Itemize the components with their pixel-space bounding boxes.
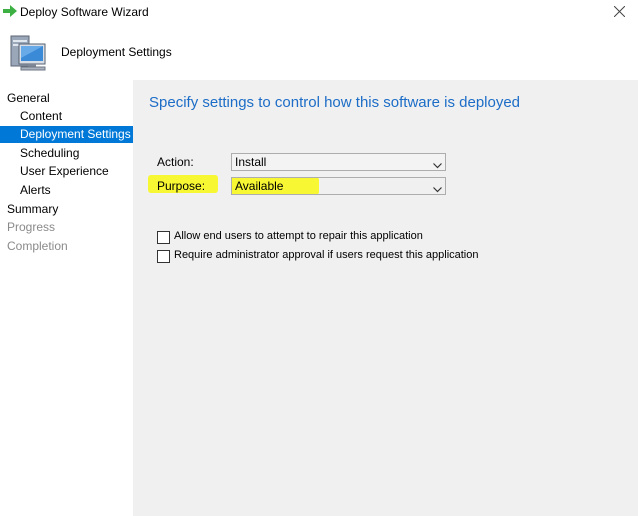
header-title: Deployment Settings xyxy=(61,45,172,59)
nav-item-label: User Experience xyxy=(20,164,109,178)
repair-checkbox-label: Allow end users to attempt to repair thi… xyxy=(174,230,423,242)
nav-item-label: Completion xyxy=(7,239,68,253)
chevron-down-icon xyxy=(433,158,442,172)
nav-item-label: Progress xyxy=(7,220,56,234)
nav-item-label: Content xyxy=(20,109,63,123)
action-label: Action: xyxy=(157,155,194,169)
wizard-header: Deployment Settings xyxy=(0,24,638,80)
purpose-select-value: Available xyxy=(235,179,284,193)
nav-item-label: General xyxy=(7,91,50,105)
green-arrow-icon xyxy=(3,5,17,17)
nav-item-label: Alerts xyxy=(20,183,51,197)
nav-item-label: Deployment Settings xyxy=(20,127,131,141)
title-bar: Deploy Software Wizard xyxy=(0,0,638,24)
computer-icon xyxy=(5,32,47,74)
wizard-nav: General Content Deployment Settings Sche… xyxy=(0,80,133,516)
nav-item-general[interactable]: General xyxy=(0,90,133,107)
close-button[interactable] xyxy=(602,0,638,24)
approval-checkbox[interactable] xyxy=(157,250,170,263)
purpose-label: Purpose: xyxy=(157,179,206,193)
nav-item-deployment-settings[interactable]: Deployment Settings xyxy=(0,126,133,143)
nav-item-label: Scheduling xyxy=(20,146,80,160)
close-icon xyxy=(614,6,625,17)
page-heading: Specify settings to control how this sof… xyxy=(149,94,521,111)
nav-item-completion: Completion xyxy=(0,238,133,255)
nav-item-alerts[interactable]: Alerts xyxy=(0,182,133,199)
nav-item-progress: Progress xyxy=(0,219,133,236)
main-panel: Specify settings to control how this sof… xyxy=(133,80,638,516)
purpose-select[interactable]: Available xyxy=(231,177,446,195)
nav-item-summary[interactable]: Summary xyxy=(0,201,133,218)
action-select[interactable]: Install xyxy=(231,153,446,171)
window-title: Deploy Software Wizard xyxy=(20,5,149,19)
nav-item-scheduling[interactable]: Scheduling xyxy=(0,145,133,162)
nav-item-user-experience[interactable]: User Experience xyxy=(0,163,133,180)
nav-item-label: Summary xyxy=(7,202,59,216)
approval-checkbox-label: Require administrator approval if users … xyxy=(174,249,479,261)
chevron-down-icon xyxy=(433,182,442,196)
repair-checkbox[interactable] xyxy=(157,231,170,244)
nav-item-content[interactable]: Content xyxy=(0,108,133,125)
action-select-value: Install xyxy=(235,155,267,169)
